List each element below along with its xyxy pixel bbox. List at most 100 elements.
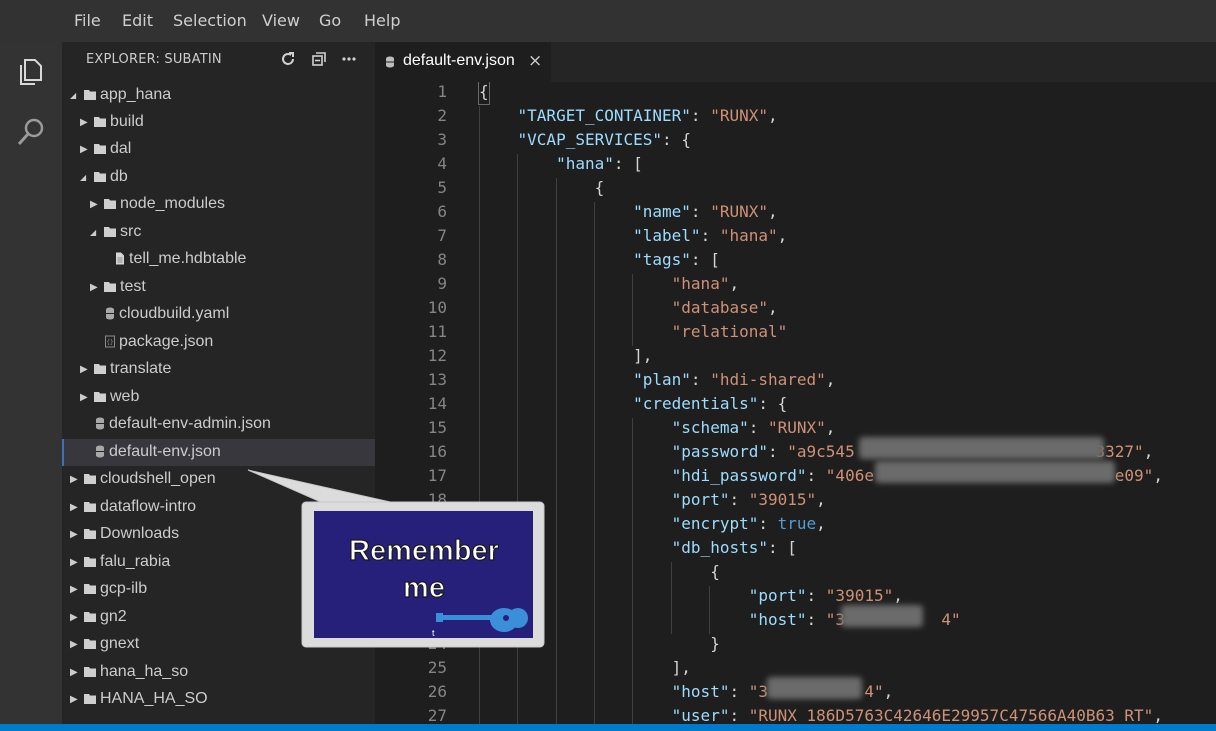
folder-icon xyxy=(84,474,96,484)
menu-help[interactable]: Help xyxy=(364,11,400,30)
code-text: ], xyxy=(671,658,691,677)
chevron-right-icon[interactable]: ▶ xyxy=(90,191,100,218)
menu-go[interactable]: Go xyxy=(319,11,341,30)
folder-item[interactable]: ▶ dal xyxy=(62,136,375,163)
chevron-right-icon[interactable]: ▶ xyxy=(80,136,90,163)
folder-item[interactable]: ▶ HANA_HA_SO xyxy=(62,686,375,713)
line-number: 10 xyxy=(427,298,447,317)
code-line: 12 ], xyxy=(375,344,1216,368)
redacted-host xyxy=(841,605,923,627)
line-number: 25 xyxy=(427,658,447,677)
tree-item-label: app_hana xyxy=(100,86,172,103)
explorer-title: EXPLORER: SUBATIN xyxy=(86,52,222,67)
folder-item[interactable]: ▶ test xyxy=(62,274,375,301)
line-number: 9 xyxy=(437,274,447,293)
chevron-right-icon[interactable]: ▶ xyxy=(70,604,80,631)
database-file-icon xyxy=(96,445,104,458)
tab-default-env-json[interactable]: default-env.json × xyxy=(375,42,551,82)
line-number: 15 xyxy=(427,418,447,437)
folder-item[interactable]: ▶ translate xyxy=(62,356,375,383)
menu-file[interactable]: File xyxy=(74,11,101,30)
file-icon xyxy=(116,252,124,265)
chevron-down-icon[interactable]: ◢ xyxy=(80,164,90,191)
code-text: "database", xyxy=(671,298,778,317)
tree-item-label: package.json xyxy=(119,333,214,350)
chevron-right-icon[interactable]: ▶ xyxy=(70,686,80,713)
line-number: 3 xyxy=(437,130,447,149)
chevron-right-icon[interactable]: ▶ xyxy=(80,356,90,383)
file-item[interactable]: {} package.json xyxy=(62,329,375,356)
file-item[interactable]: default-env.json xyxy=(62,439,375,466)
tree-item-label: cloudshell_open xyxy=(100,470,216,487)
code-text: "credentials": { xyxy=(633,394,788,413)
chevron-right-icon[interactable]: ▶ xyxy=(90,274,100,301)
redacted-hdi-password xyxy=(875,461,1115,483)
folder-icon xyxy=(94,392,106,402)
code-line: 4 "hana": [ xyxy=(375,152,1216,176)
callout-line2: me xyxy=(403,572,445,604)
code-text: "VCAP_SERVICES": { xyxy=(517,130,691,149)
line-number: 6 xyxy=(437,202,447,221)
chevron-right-icon[interactable]: ▶ xyxy=(70,659,80,686)
folder-item[interactable]: ▶ hana_ha_so xyxy=(62,659,375,686)
menu-selection[interactable]: Selection xyxy=(173,11,247,30)
folder-item[interactable]: ▶ build xyxy=(62,109,375,136)
code-line: 8 "tags": [ xyxy=(375,248,1216,272)
folder-icon xyxy=(84,529,96,539)
folder-item[interactable]: ▶ node_modules xyxy=(62,191,375,218)
tree-item-label: test xyxy=(120,278,146,295)
folder-icon xyxy=(94,117,106,127)
folder-item[interactable]: ◢ db xyxy=(62,164,375,191)
remember-me-callout: Remember me t xyxy=(247,469,545,648)
code-line: 13 "plan": "hdi-shared", xyxy=(375,368,1216,392)
chevron-right-icon[interactable]: ▶ xyxy=(70,549,80,576)
folder-item[interactable]: ◢ src xyxy=(62,219,375,246)
close-icon[interactable]: × xyxy=(528,51,542,71)
menu-edit[interactable]: Edit xyxy=(122,11,153,30)
chevron-right-icon[interactable]: ▶ xyxy=(70,631,80,658)
folder-icon xyxy=(84,612,96,622)
line-number: 5 xyxy=(437,178,447,197)
line-number: 11 xyxy=(427,322,447,341)
tree-item-label: gn2 xyxy=(100,608,127,625)
file-item[interactable]: tell_me.hdbtable xyxy=(62,246,375,273)
files-icon[interactable] xyxy=(15,56,47,88)
folder-item[interactable]: ◢ app_hana xyxy=(62,82,375,109)
chevron-down-icon[interactable]: ◢ xyxy=(90,219,100,246)
search-icon[interactable] xyxy=(15,116,47,148)
line-number: 13 xyxy=(427,370,447,389)
chevron-right-icon[interactable]: ▶ xyxy=(70,576,80,603)
code-line: 10 "database", xyxy=(375,296,1216,320)
folder-icon xyxy=(104,282,116,292)
line-number: 17 xyxy=(427,466,447,485)
chevron-right-icon[interactable]: ▶ xyxy=(70,494,80,521)
collapse-all-icon[interactable] xyxy=(310,50,328,68)
chevron-right-icon[interactable]: ▶ xyxy=(70,466,80,493)
folder-icon xyxy=(84,639,96,649)
more-icon[interactable] xyxy=(340,50,358,68)
code-text: "relational" xyxy=(671,322,788,341)
tree-item-label: dataflow-intro xyxy=(100,498,197,515)
code-text: "schema": "RUNX", xyxy=(671,418,836,437)
folder-icon xyxy=(84,90,96,100)
line-number: 26 xyxy=(427,682,447,701)
file-item[interactable]: default-env-admin.json xyxy=(62,411,375,438)
chevron-right-icon[interactable]: ▶ xyxy=(70,521,80,548)
chevron-right-icon[interactable]: ▶ xyxy=(80,384,90,411)
code-text: ], xyxy=(633,346,653,365)
chevron-right-icon[interactable]: ▶ xyxy=(80,109,90,136)
file-item[interactable]: cloudbuild.yaml xyxy=(62,301,375,328)
menu-view[interactable]: View xyxy=(262,11,300,30)
tree-item-label: default-env.json xyxy=(109,443,221,460)
chevron-down-icon[interactable]: ◢ xyxy=(70,82,80,109)
activity-bar xyxy=(0,42,62,724)
folder-item[interactable]: ▶ web xyxy=(62,384,375,411)
tree-item-label: falu_rabia xyxy=(100,553,171,570)
refresh-icon[interactable] xyxy=(279,50,297,68)
code-line: 7 "label": "hana", xyxy=(375,224,1216,248)
line-number: 8 xyxy=(437,250,447,269)
tree-item-label: web xyxy=(110,388,140,405)
tree-item-label: node_modules xyxy=(120,195,225,212)
tree-item-label: translate xyxy=(110,360,172,377)
code-text: "tags": [ xyxy=(633,250,720,269)
